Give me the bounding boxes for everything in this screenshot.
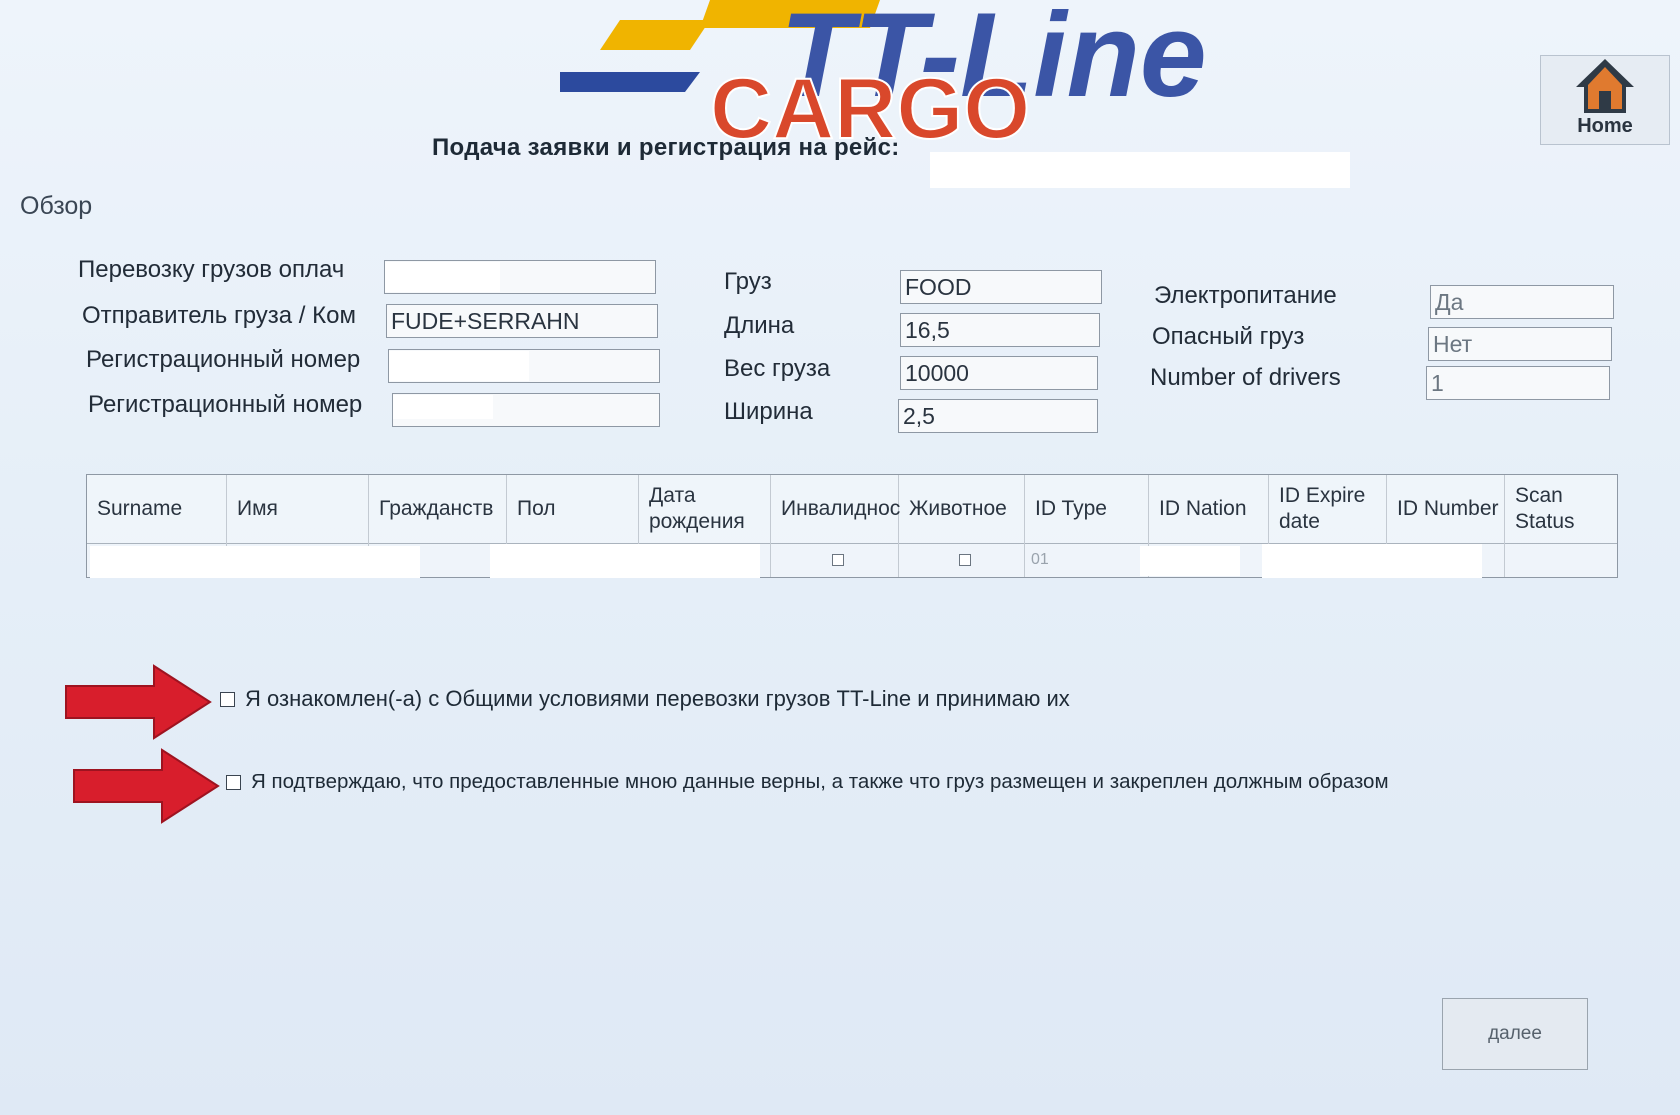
redacted-driver-details	[490, 544, 760, 578]
cell-scan-status[interactable]	[1505, 543, 1617, 577]
home-icon	[1576, 59, 1634, 113]
cargo-weight-label: Вес груза	[724, 355, 831, 382]
redacted-driver-name	[90, 546, 420, 578]
shipper-field[interactable]: FUDE+SERRAHN	[386, 304, 658, 338]
tt-line-cargo-logo: TT-Line CARGO	[545, 0, 1230, 158]
col-animal[interactable]: Животное	[899, 475, 1025, 543]
length-label: Длина	[724, 312, 795, 339]
home-label: Home	[1577, 115, 1633, 137]
col-first-name[interactable]: Имя	[227, 475, 369, 543]
cell-id-type[interactable]: 01	[1025, 543, 1149, 577]
data-confirmation-label: Я подтверждаю, что предоставленные мною …	[251, 770, 1389, 793]
terms-label: Я ознакомлен(-а) с Общими условиями пере…	[245, 686, 1070, 711]
dangerous-goods-label: Опасный груз	[1152, 323, 1305, 350]
col-sex[interactable]: Пол	[507, 475, 639, 543]
col-birth-date[interactable]: Дата рождения	[639, 475, 771, 543]
registration-number-label-1: Регистрационный номер	[86, 346, 361, 373]
home-button[interactable]: Home	[1540, 55, 1670, 145]
shipper-label: Отправитель груза / Ком	[82, 302, 356, 329]
terms-checkbox[interactable]	[220, 691, 235, 707]
cell-disability[interactable]	[771, 543, 899, 577]
red-arrow-icon	[73, 748, 220, 824]
table-header: Surname Имя Гражданств Пол Дата рождения…	[87, 475, 1617, 544]
number-of-drivers-field[interactable]: 1	[1426, 366, 1610, 400]
col-citizenship[interactable]: Гражданств	[369, 475, 507, 543]
col-surname[interactable]: Surname	[87, 475, 227, 543]
width-field[interactable]: 2,5	[898, 399, 1098, 433]
cargo-weight-field[interactable]: 10000	[900, 356, 1098, 390]
disability-checkbox[interactable]	[831, 554, 844, 566]
data-confirmation-checkbox[interactable]	[226, 774, 241, 790]
redacted-registration-2	[393, 395, 493, 419]
width-label: Ширина	[724, 398, 813, 425]
number-of-drivers-label: Number of drivers	[1150, 364, 1341, 391]
next-button[interactable]: далее	[1442, 998, 1588, 1070]
col-id-expire-date[interactable]: ID Expire date	[1269, 475, 1387, 543]
redacted-payer	[385, 262, 500, 292]
page-heading: Подача заявки и регистрация на рейс:	[432, 134, 900, 161]
col-id-type[interactable]: ID Type	[1025, 475, 1149, 543]
power-supply-label: Электропитание	[1154, 282, 1337, 309]
cell-animal[interactable]	[899, 543, 1025, 577]
cargo-field[interactable]: FOOD	[900, 270, 1102, 304]
col-disability[interactable]: Инвалиднос	[771, 475, 900, 543]
col-id-number[interactable]: ID Number	[1387, 475, 1505, 543]
cargo-label: Груз	[724, 268, 772, 295]
col-id-nation[interactable]: ID Nation	[1149, 475, 1269, 543]
dangerous-goods-field[interactable]: Нет	[1428, 327, 1612, 361]
animal-checkbox[interactable]	[958, 554, 971, 566]
data-confirmation-agreement[interactable]: Я подтверждаю, что предоставленные мною …	[226, 770, 1389, 794]
redacted-id-nation	[1140, 546, 1240, 576]
red-arrow-icon	[65, 664, 212, 740]
length-field[interactable]: 16,5	[900, 313, 1100, 347]
terms-agreement[interactable]: Я ознакомлен(-а) с Общими условиями пере…	[220, 686, 1070, 712]
redacted-id-data	[1262, 544, 1482, 578]
section-title: Обзор	[20, 192, 93, 220]
registration-number-label-2: Регистрационный номер	[88, 391, 363, 418]
redacted-registration-1	[389, 351, 529, 381]
redacted-voyage	[930, 152, 1350, 188]
payer-label: Перевозку грузов оплач	[78, 256, 345, 283]
power-supply-field[interactable]: Да	[1430, 285, 1614, 319]
col-scan-status[interactable]: Scan Status	[1505, 475, 1617, 543]
